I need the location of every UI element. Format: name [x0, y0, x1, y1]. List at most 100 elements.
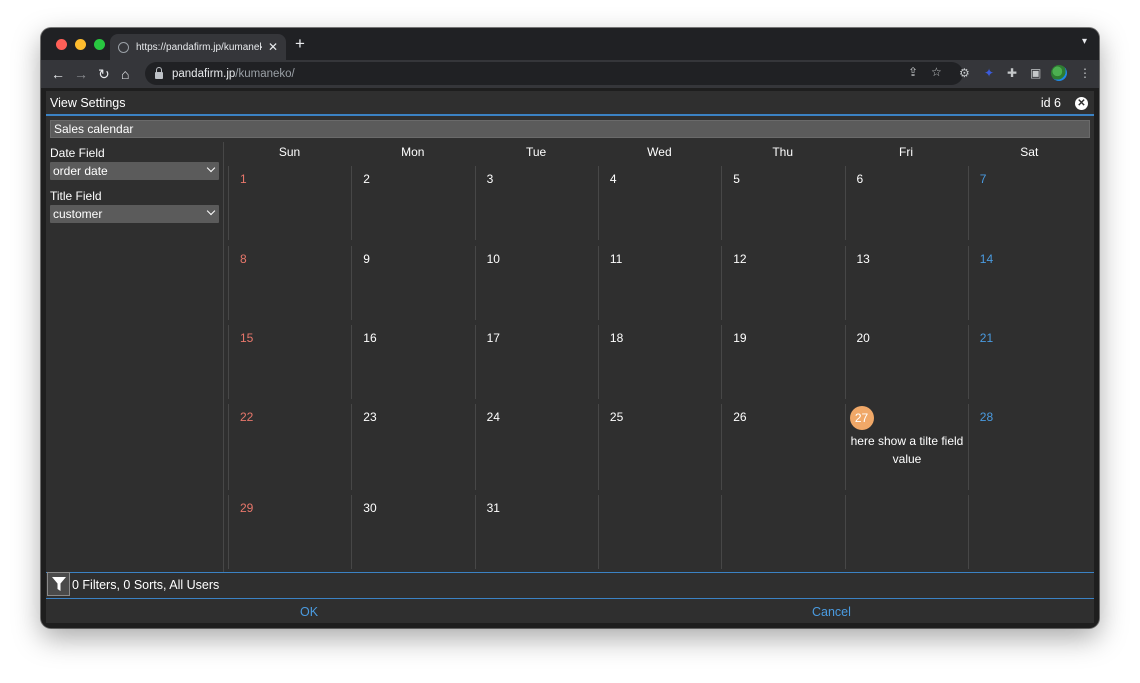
- address-bar[interactable]: pandafirm.jp/kumaneko/ ⇪ ☆: [145, 62, 963, 85]
- calendar-day-cell[interactable]: 26: [721, 404, 844, 490]
- close-tab-icon[interactable]: ✕: [268, 40, 278, 54]
- calendar-day-cell[interactable]: 31: [474, 495, 598, 569]
- calendar-day-cell[interactable]: 8: [228, 246, 351, 320]
- calendar-day-cell[interactable]: 5: [721, 166, 844, 240]
- calendar-day-cell[interactable]: 4: [597, 166, 721, 240]
- calendar-day-cell[interactable]: 16: [351, 325, 474, 399]
- forward-button[interactable]: →: [74, 64, 88, 84]
- calendar-day-cell[interactable]: 13: [844, 246, 968, 320]
- day-number: 20: [856, 331, 870, 345]
- day-number: 12: [733, 252, 747, 266]
- profile-avatar[interactable]: [1051, 65, 1067, 81]
- weekday-header: Wed: [647, 145, 672, 159]
- day-number: 6: [856, 172, 864, 186]
- calendar-day-cell[interactable]: 20: [844, 325, 968, 399]
- view-settings-dialog: View Settings id 6 ✕ Date Field order da…: [46, 91, 1094, 623]
- calendar-day-cell[interactable]: 21: [967, 325, 1091, 399]
- day-number: 23: [363, 410, 377, 424]
- calendar-day-cell[interactable]: [597, 495, 721, 569]
- calendar-day-cell[interactable]: 2: [351, 166, 474, 240]
- page-content: View Settings id 6 ✕ Date Field order da…: [41, 88, 1099, 628]
- view-name-input[interactable]: [50, 120, 1090, 138]
- day-number: 4: [609, 172, 617, 186]
- calendar-day-cell[interactable]: 6: [844, 166, 968, 240]
- tab-search-chevron-icon[interactable]: ▾: [1082, 36, 1087, 47]
- day-number: 17: [486, 331, 500, 345]
- day-number: 9: [363, 252, 370, 266]
- close-window-button[interactable]: [56, 39, 67, 50]
- calendar-day-cell[interactable]: 11: [597, 246, 721, 320]
- calendar-day-cell[interactable]: 24: [474, 404, 598, 490]
- title-field-select[interactable]: customer: [50, 205, 219, 223]
- filter-summary: 0 Filters, 0 Sorts, All Users: [72, 578, 220, 592]
- calendar-day-cell[interactable]: 17: [474, 325, 598, 399]
- share-icon[interactable]: ⇪: [908, 65, 918, 79]
- calendar-day-cell[interactable]: 22: [228, 404, 351, 490]
- calendar-day-cell[interactable]: 19: [721, 325, 844, 399]
- url-host: pandafirm.jp: [172, 67, 236, 80]
- calendar-day-cell[interactable]: [967, 495, 1091, 569]
- calendar-day-cell[interactable]: 3: [474, 166, 598, 240]
- calendar-day-cell[interactable]: 29: [228, 495, 351, 569]
- minimize-window-button[interactable]: [75, 39, 86, 50]
- calendar-day-cell[interactable]: 7: [967, 166, 1091, 240]
- close-dialog-icon[interactable]: ✕: [1075, 97, 1088, 110]
- maximize-window-button[interactable]: [94, 39, 105, 50]
- calendar-event[interactable]: here show a tilte field value: [846, 432, 969, 468]
- calendar-day-cell[interactable]: 10: [474, 246, 598, 320]
- calendar-day-cell[interactable]: 12: [721, 246, 844, 320]
- day-number: 21: [979, 331, 994, 345]
- reload-button[interactable]: ↻: [98, 64, 110, 84]
- url-path: /kumaneko/: [235, 67, 295, 80]
- calendar-day-cell[interactable]: [844, 495, 968, 569]
- view-id-label: id 6: [1040, 96, 1061, 110]
- day-number: 2: [363, 172, 370, 186]
- day-number: 25: [609, 410, 624, 424]
- extension-gear-icon[interactable]: ⚙: [959, 66, 970, 80]
- day-number: 24: [486, 410, 500, 424]
- day-number: 14: [979, 252, 994, 266]
- dialog-header: View Settings id 6 ✕: [46, 91, 1094, 116]
- calendar-day-cell[interactable]: 1: [228, 166, 351, 240]
- calendar-grid: Sun Mon Tue Wed Thu Fri Sat 1 2 3 4 5 6 7 8 9 10 11 12 13 14…: [224, 142, 1094, 572]
- ok-button[interactable]: OK: [300, 605, 318, 619]
- title-field-label: Title Field: [50, 189, 102, 203]
- extension-sparkle-icon[interactable]: ✦: [984, 66, 994, 80]
- date-field-value: order date: [53, 164, 108, 178]
- day-number: 22: [240, 410, 254, 424]
- weekday-header: Sun: [278, 145, 301, 159]
- side-panel-icon[interactable]: ▣: [1030, 66, 1041, 80]
- calendar-day-cell[interactable]: 18: [597, 325, 721, 399]
- extensions-puzzle-icon[interactable]: ✚: [1007, 66, 1017, 80]
- calendar-day-cell[interactable]: 30: [351, 495, 474, 569]
- back-button[interactable]: ←: [51, 64, 65, 84]
- day-number: 1: [240, 172, 247, 186]
- day-number: 3: [486, 172, 494, 186]
- browser-tab[interactable]: https://pandafirm.jp/kumaneko/ ✕: [110, 34, 286, 60]
- browser-menu-icon[interactable]: ⋮: [1079, 66, 1091, 80]
- day-number: 18: [609, 331, 624, 345]
- globe-icon: [118, 41, 129, 53]
- filter-funnel-icon: [52, 577, 66, 591]
- calendar-day-cell[interactable]: 25: [597, 404, 721, 490]
- calendar-day-cell[interactable]: 15: [228, 325, 351, 399]
- new-tab-button[interactable]: +: [295, 35, 305, 52]
- home-button[interactable]: ⌂: [121, 64, 129, 84]
- calendar-day-cell[interactable]: 14: [967, 246, 1091, 320]
- dialog-actions: OK Cancel: [46, 598, 1094, 623]
- day-number: 31: [486, 501, 500, 515]
- calendar-day-cell[interactable]: 27 here show a tilte field value: [844, 404, 969, 490]
- date-field-select[interactable]: order date: [50, 162, 219, 180]
- calendar-day-cell[interactable]: 9: [351, 246, 474, 320]
- calendar-day-cell[interactable]: [721, 495, 844, 569]
- day-number: 26: [733, 410, 747, 424]
- weekday-header: Tue: [525, 145, 547, 159]
- title-field-value: customer: [53, 207, 103, 221]
- filter-button[interactable]: [47, 572, 70, 596]
- calendar-day-cell[interactable]: 23: [351, 404, 474, 490]
- tab-title: https://pandafirm.jp/kumaneko/: [136, 41, 262, 53]
- bookmark-star-icon[interactable]: ☆: [931, 65, 942, 79]
- calendar-day-cell[interactable]: 28: [967, 404, 1091, 490]
- weekday-header: Thu: [772, 145, 794, 159]
- cancel-button[interactable]: Cancel: [812, 605, 851, 619]
